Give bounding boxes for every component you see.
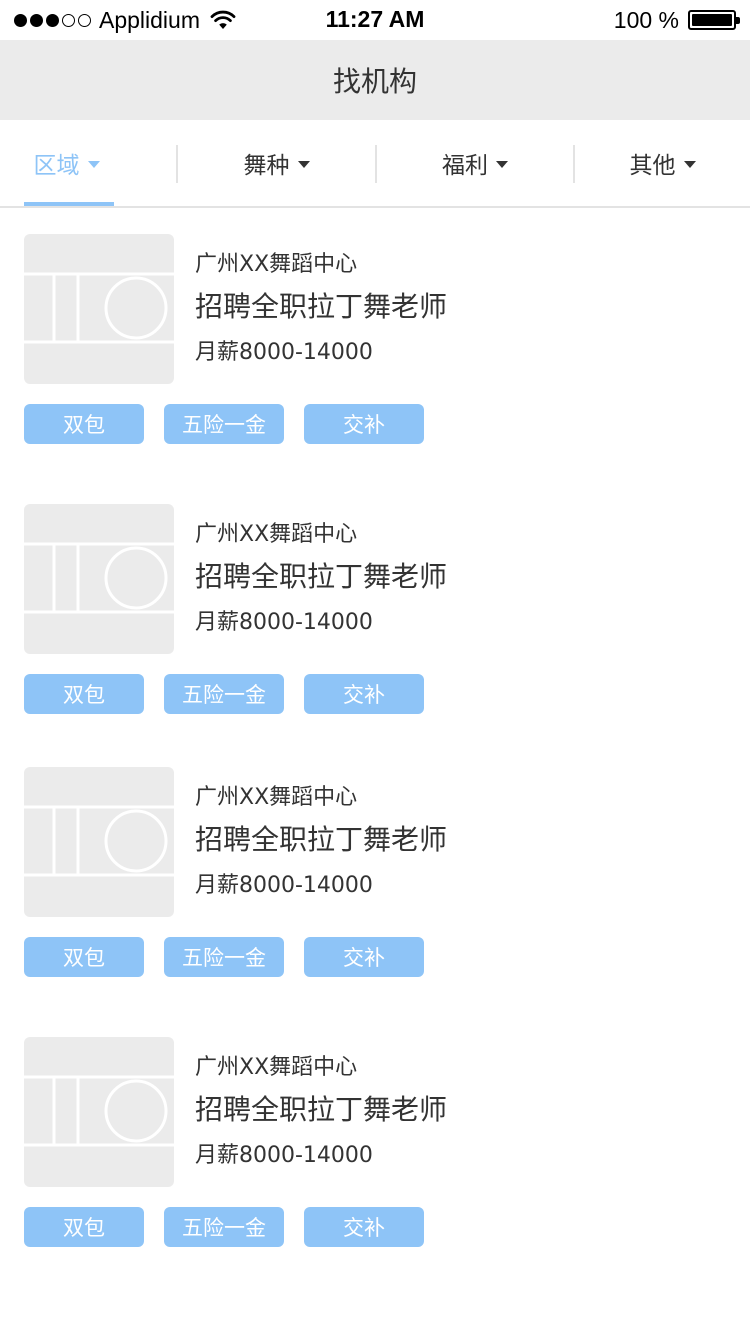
- salary: 月薪8000-14000: [195, 1143, 373, 1168]
- benefit-tags: 双包 五险一金 交补: [24, 1207, 424, 1247]
- status-right: 100 %: [613, 5, 740, 35]
- benefit-tags: 双包 五险一金 交补: [24, 404, 424, 444]
- filter-tab-label: 区域: [33, 153, 80, 179]
- benefit-tag: 交补: [304, 937, 424, 977]
- filter-tab-label: 其他: [629, 153, 676, 179]
- benefit-tag: 双包: [24, 1207, 144, 1247]
- signal-dot: [14, 13, 27, 27]
- job-title: 招聘全职拉丁舞老师: [195, 560, 448, 593]
- benefit-tag: 五险一金: [164, 674, 284, 714]
- benefit-tag: 五险一金: [164, 404, 284, 444]
- tdc-logo-icon: [24, 272, 174, 344]
- wifi-icon: [210, 10, 236, 29]
- filter-tab-region[interactable]: 区域: [0, 120, 133, 206]
- benefit-tag: 交补: [304, 1207, 424, 1247]
- org-name: 广州XX舞蹈中心: [195, 252, 358, 277]
- signal-dot: [62, 13, 75, 27]
- benefit-tag: 双包: [24, 404, 144, 444]
- filter-tab-label: 舞种: [243, 153, 290, 179]
- carrier-name: Applidium: [99, 6, 200, 33]
- filter-tab-dance-type[interactable]: 舞种: [178, 120, 375, 206]
- org-name: 广州XX舞蹈中心: [195, 785, 358, 810]
- signal-dot: [30, 13, 43, 27]
- listing-card[interactable]: 广州XX舞蹈中心 招聘全职拉丁舞老师 月薪8000-14000 双包 五险一金 …: [0, 1037, 750, 1257]
- active-tab-indicator: [24, 202, 114, 206]
- org-name: 广州XX舞蹈中心: [195, 1055, 358, 1080]
- benefit-tag: 双包: [24, 937, 144, 977]
- tdc-logo-icon: [24, 542, 174, 614]
- org-logo: [24, 767, 174, 917]
- benefit-tags: 双包 五险一金 交补: [24, 674, 424, 714]
- org-logo: [24, 234, 174, 384]
- listing-card[interactable]: 广州XX舞蹈中心 招聘全职拉丁舞老师 月薪8000-14000 双包 五险一金 …: [0, 767, 750, 987]
- job-title: 招聘全职拉丁舞老师: [195, 290, 448, 323]
- status-bar: Applidium 11:27 AM 100 %: [0, 0, 750, 40]
- page-title: 找机构: [332, 65, 417, 98]
- salary: 月薪8000-14000: [195, 340, 373, 365]
- org-logo: [24, 504, 174, 654]
- signal-dot: [46, 13, 59, 27]
- salary: 月薪8000-14000: [195, 873, 373, 898]
- signal-strength-icon: [14, 13, 91, 27]
- caret-down-icon: [297, 160, 310, 168]
- benefit-tag: 交补: [304, 674, 424, 714]
- benefit-tag: 五险一金: [164, 1207, 284, 1247]
- filter-tab-other[interactable]: 其他: [575, 120, 750, 206]
- battery-tip: [736, 17, 740, 24]
- battery-percentage: 100 %: [613, 6, 679, 33]
- filter-tab-label: 福利: [442, 153, 488, 179]
- battery-level: [692, 14, 732, 26]
- benefit-tag: 交补: [304, 404, 424, 444]
- benefit-tag: 五险一金: [164, 937, 284, 977]
- listing-card[interactable]: 广州XX舞蹈中心 招聘全职拉丁舞老师 月薪8000-14000 双包 五险一金 …: [0, 234, 750, 454]
- org-name: 广州XX舞蹈中心: [195, 522, 358, 547]
- caret-down-icon: [87, 160, 100, 168]
- benefit-tags: 双包 五险一金 交补: [24, 937, 424, 977]
- caret-down-icon: [496, 160, 508, 168]
- listing-card[interactable]: 广州XX舞蹈中心 招聘全职拉丁舞老师 月薪8000-14000 双包 五险一金 …: [0, 504, 750, 724]
- tdc-logo-icon: [24, 805, 174, 877]
- filter-tab-benefits[interactable]: 福利: [377, 120, 573, 206]
- caret-down-icon: [683, 160, 696, 168]
- benefit-tag: 双包: [24, 674, 144, 714]
- salary: 月薪8000-14000: [195, 610, 373, 635]
- status-left: Applidium: [14, 5, 236, 35]
- job-title: 招聘全职拉丁舞老师: [195, 823, 448, 856]
- job-title: 招聘全职拉丁舞老师: [195, 1093, 448, 1126]
- filter-bar: 区域 舞种 福利 其他: [0, 120, 750, 208]
- signal-dot: [78, 13, 91, 27]
- tdc-logo-icon: [24, 1075, 174, 1147]
- navigation-bar: 找机构: [0, 40, 750, 120]
- battery-icon: [688, 10, 740, 30]
- org-logo: [24, 1037, 174, 1187]
